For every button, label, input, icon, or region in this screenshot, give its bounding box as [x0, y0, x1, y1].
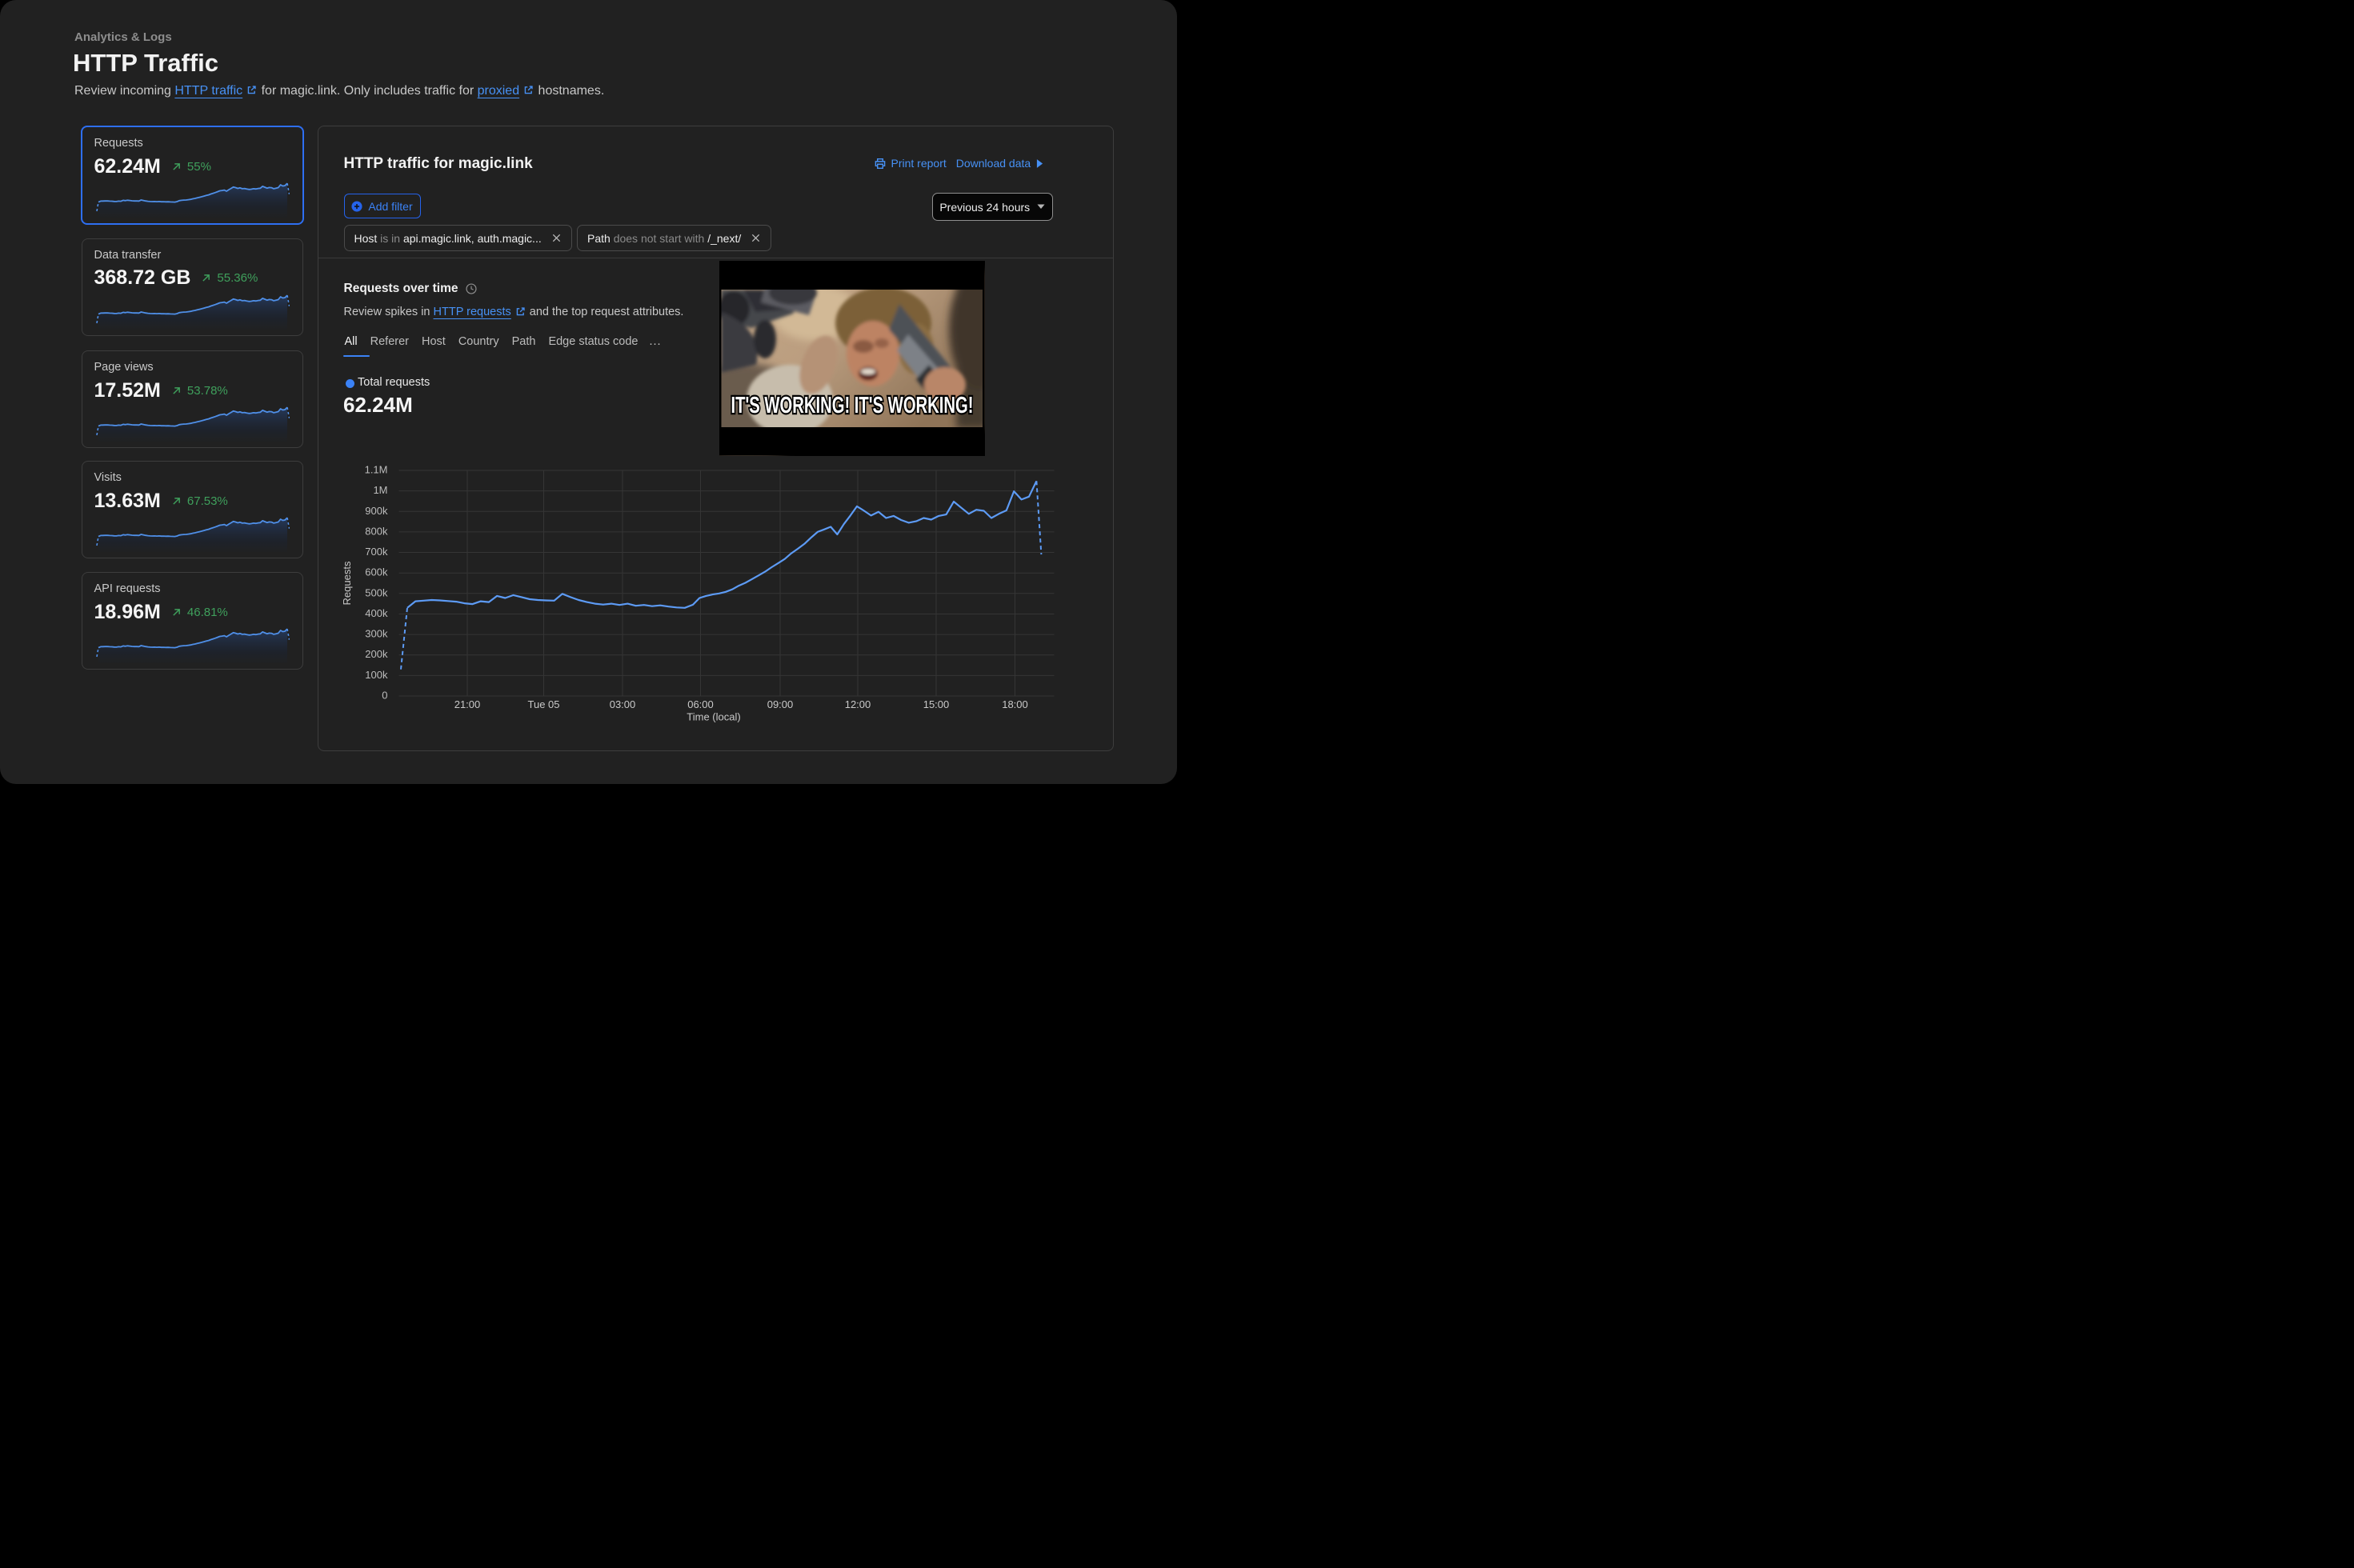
svg-text:800k: 800k	[365, 525, 388, 537]
svg-text:15:00: 15:00	[923, 698, 950, 710]
svg-text:09:00: 09:00	[767, 698, 794, 710]
svg-text:03:00: 03:00	[610, 698, 636, 710]
svg-text:06:00: 06:00	[687, 698, 714, 710]
svg-text:Requests: Requests	[341, 561, 353, 605]
svg-text:18:00: 18:00	[1002, 698, 1028, 710]
svg-text:700k: 700k	[365, 546, 388, 558]
svg-text:Time (local): Time (local)	[687, 711, 740, 723]
svg-text:1M: 1M	[373, 484, 387, 496]
svg-text:600k: 600k	[365, 566, 388, 578]
svg-text:21:00: 21:00	[454, 698, 481, 710]
svg-text:300k: 300k	[365, 628, 388, 640]
svg-text:0: 0	[382, 690, 387, 702]
svg-text:200k: 200k	[365, 648, 388, 660]
svg-text:400k: 400k	[365, 607, 388, 619]
svg-text:100k: 100k	[365, 669, 388, 681]
svg-text:900k: 900k	[365, 505, 388, 517]
svg-text:500k: 500k	[365, 586, 388, 598]
svg-text:Tue 05: Tue 05	[528, 698, 560, 710]
svg-text:IT'S WORKING! IT'S WORKING!: IT'S WORKING! IT'S WORKING!	[731, 393, 974, 418]
svg-text:1.1M: 1.1M	[365, 464, 388, 476]
svg-text:12:00: 12:00	[845, 698, 871, 710]
